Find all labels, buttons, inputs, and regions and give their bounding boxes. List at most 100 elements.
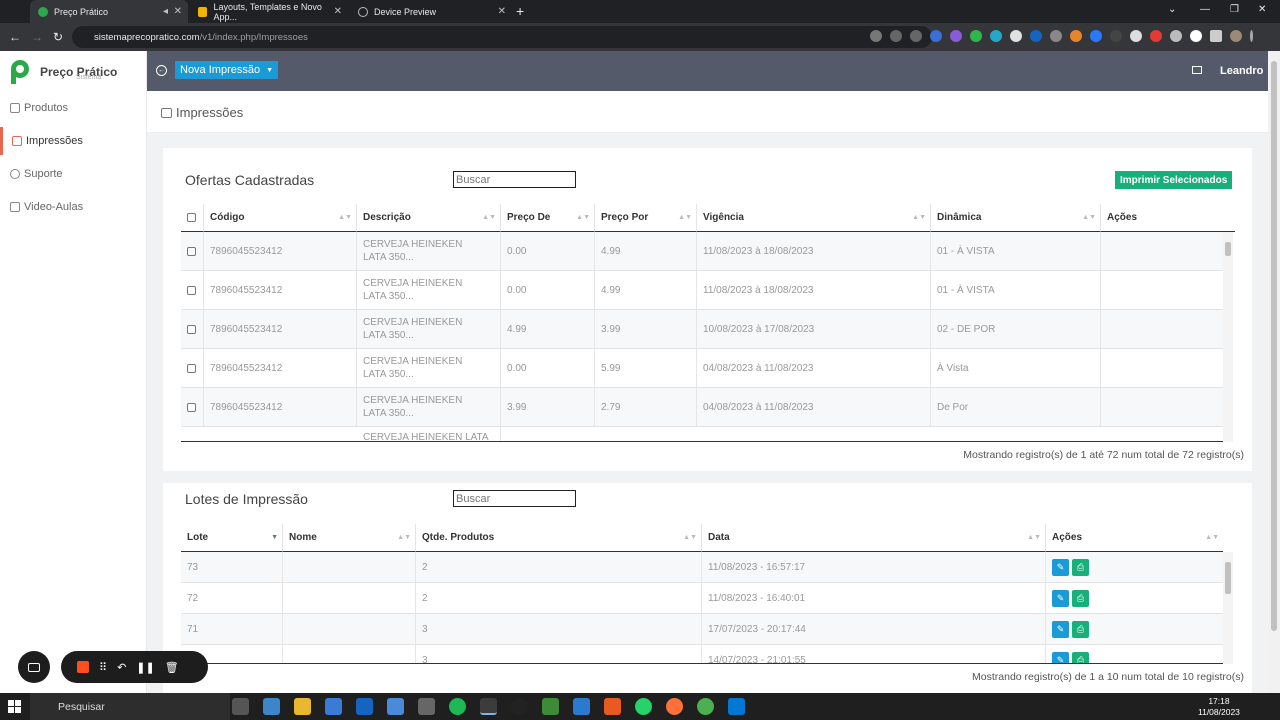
speaker-icon[interactable]: ◂ bbox=[163, 6, 168, 17]
col-header-acoes[interactable]: Ações ▲▼ bbox=[1046, 524, 1223, 552]
offers-search-input[interactable] bbox=[453, 171, 576, 188]
table-row[interactable]: 71 3 17/07/2023 - 20:17:44 ✎ ⎙ bbox=[181, 614, 1223, 645]
browser-tab-device-preview[interactable]: Device Preview ✕ bbox=[350, 0, 512, 23]
print-lot-button[interactable]: ⎙ bbox=[1072, 651, 1089, 663]
extension-icon[interactable] bbox=[970, 30, 982, 42]
table-row[interactable]: 7896045523412 CERVEJA HEINEKEN LATA 350..… bbox=[181, 310, 1223, 349]
app-icon[interactable] bbox=[604, 698, 621, 715]
sidebar-item-impressoes[interactable]: Impressões bbox=[0, 127, 146, 155]
print-selected-button[interactable]: Imprimir Selecionados bbox=[1115, 171, 1233, 189]
taskbar-clock[interactable]: 17:18 11/08/2023 bbox=[1198, 696, 1240, 718]
app-icon[interactable] bbox=[511, 698, 528, 715]
vscode-icon[interactable] bbox=[728, 698, 745, 715]
recorder-camera-button[interactable] bbox=[18, 651, 50, 683]
extension-icon[interactable] bbox=[950, 30, 962, 42]
task-view-icon[interactable] bbox=[232, 698, 249, 715]
print-lot-button[interactable]: ⎙ bbox=[1072, 558, 1089, 576]
app-icon[interactable] bbox=[573, 698, 590, 715]
chrome-icon[interactable] bbox=[697, 698, 714, 715]
col-header-dinamica[interactable]: Dinâmica ▲▼ bbox=[931, 204, 1101, 232]
file-explorer-icon[interactable] bbox=[294, 698, 311, 715]
col-header-nome[interactable]: Nome ▲▼ bbox=[283, 524, 416, 552]
spotify-icon[interactable] bbox=[449, 698, 466, 715]
select-all-checkbox[interactable] bbox=[187, 213, 196, 222]
tab-close-icon[interactable]: ✕ bbox=[174, 6, 182, 17]
row-checkbox[interactable] bbox=[187, 402, 196, 412]
app-icon[interactable] bbox=[325, 698, 342, 715]
grid-icon[interactable]: ⠿ bbox=[99, 661, 107, 674]
scroll-thumb[interactable] bbox=[1225, 562, 1231, 594]
extension-icon[interactable] bbox=[1050, 30, 1062, 42]
col-header-lote[interactable]: Lote ▼ bbox=[181, 524, 283, 552]
edit-lot-button[interactable]: ✎ bbox=[1052, 558, 1069, 576]
row-checkbox[interactable] bbox=[187, 246, 196, 256]
new-tab-icon[interactable]: + bbox=[516, 4, 524, 18]
outlook-icon[interactable] bbox=[356, 698, 373, 715]
extension-icon[interactable] bbox=[1010, 30, 1022, 42]
restore-icon[interactable]: ❐ bbox=[1230, 4, 1239, 15]
extension-icon[interactable] bbox=[1090, 30, 1102, 42]
extension-icon[interactable] bbox=[1170, 30, 1182, 42]
table-row[interactable]: 3 14/07/2023 - 21:01:55 ✎ ⎙ bbox=[181, 645, 1223, 663]
mic-icon[interactable] bbox=[870, 30, 882, 42]
forward-icon[interactable]: → bbox=[31, 30, 43, 44]
minimize-icon[interactable]: — bbox=[1200, 4, 1210, 15]
calculator-icon[interactable] bbox=[387, 698, 404, 715]
share-icon[interactable] bbox=[890, 30, 902, 42]
extension-icon[interactable] bbox=[1030, 30, 1042, 42]
print-lot-button[interactable]: ⎙ bbox=[1072, 620, 1089, 638]
pause-icon[interactable]: ❚❚ bbox=[136, 661, 154, 674]
app-icon[interactable] bbox=[418, 698, 435, 715]
col-header-vigencia[interactable]: Vigência ▲▼ bbox=[697, 204, 931, 232]
sidebar-item-video-aulas[interactable]: Video-Aulas bbox=[0, 193, 146, 221]
col-header-descricao[interactable]: Descrição ▲▼ bbox=[357, 204, 501, 232]
offers-scrollbar[interactable] bbox=[1223, 232, 1233, 442]
app-icon[interactable] bbox=[263, 698, 280, 715]
tab-close-icon[interactable]: ✕ bbox=[498, 6, 506, 17]
row-checkbox[interactable] bbox=[187, 324, 196, 334]
undo-icon[interactable]: ↶ bbox=[117, 661, 126, 674]
tab-close-icon[interactable]: ✕ bbox=[334, 6, 342, 17]
taskbar-search[interactable]: Pesquisar bbox=[30, 693, 230, 720]
table-row[interactable]: 73 2 11/08/2023 - 16:57:17 ✎ ⎙ bbox=[181, 552, 1223, 583]
new-print-button[interactable]: Nova Impressão ▼ bbox=[175, 61, 279, 79]
col-header-data[interactable]: Data ▲▼ bbox=[702, 524, 1046, 552]
col-header-preco-de[interactable]: Preço De ▲▼ bbox=[501, 204, 595, 232]
reload-icon[interactable]: ↻ bbox=[53, 30, 63, 44]
table-row[interactable]: 7896045523412 CERVEJA HEINEKEN LATA 350..… bbox=[181, 232, 1223, 271]
menu-dots-icon[interactable] bbox=[1250, 30, 1253, 42]
table-row[interactable]: 7896045523412 CERVEJA HEINEKEN LATA 350..… bbox=[181, 388, 1223, 427]
tab-search-icon[interactable]: ⌄ bbox=[1168, 4, 1176, 15]
extension-icon[interactable] bbox=[1110, 30, 1122, 42]
mail-icon[interactable] bbox=[1192, 66, 1202, 74]
table-row[interactable]: 7896045523412 CERVEJA HEINEKEN LATA 350..… bbox=[181, 271, 1223, 310]
lots-scrollbar[interactable] bbox=[1223, 552, 1233, 664]
col-header-qtde[interactable]: Qtde. Produtos ▲▼ bbox=[416, 524, 702, 552]
page-scrollbar[interactable] bbox=[1268, 51, 1280, 693]
chrome-icon[interactable] bbox=[480, 698, 497, 715]
sidebar-toggle-icon[interactable]: ← bbox=[156, 65, 167, 76]
col-header-preco-por[interactable]: Preço Por ▲▼ bbox=[595, 204, 697, 232]
extension-icon[interactable] bbox=[1070, 30, 1082, 42]
row-checkbox[interactable] bbox=[187, 285, 196, 295]
edit-lot-button[interactable]: ✎ bbox=[1052, 620, 1069, 638]
edit-lot-button[interactable]: ✎ bbox=[1052, 589, 1069, 607]
table-row-partial[interactable]: CERVEJA HEINEKEN LATA bbox=[181, 427, 1223, 441]
firefox-icon[interactable] bbox=[666, 698, 683, 715]
row-checkbox[interactable] bbox=[187, 363, 196, 373]
table-row[interactable]: 7896045523412 CERVEJA HEINEKEN LATA 350..… bbox=[181, 349, 1223, 388]
puzzle-icon[interactable] bbox=[1190, 30, 1202, 42]
sidebar-item-produtos[interactable]: Produtos bbox=[0, 94, 146, 122]
app-logo[interactable]: Preço Prático bbox=[8, 59, 117, 85]
scroll-thumb[interactable] bbox=[1225, 242, 1231, 256]
extension-icon[interactable] bbox=[1150, 30, 1162, 42]
sidepanel-icon[interactable] bbox=[1210, 30, 1222, 42]
close-window-icon[interactable]: ✕ bbox=[1258, 4, 1266, 15]
whatsapp-icon[interactable] bbox=[635, 698, 652, 715]
trash-icon[interactable]: 🗑 bbox=[165, 661, 179, 674]
scroll-thumb[interactable] bbox=[1271, 61, 1277, 631]
print-lot-button[interactable]: ⎙ bbox=[1072, 589, 1089, 607]
user-name[interactable]: Leandro bbox=[1220, 65, 1263, 77]
browser-tab-layouts[interactable]: Layouts, Templates e Novo App... ✕ bbox=[190, 0, 348, 23]
browser-tab-preco-pratico[interactable]: Preço Prático ◂ ✕ bbox=[30, 0, 188, 23]
